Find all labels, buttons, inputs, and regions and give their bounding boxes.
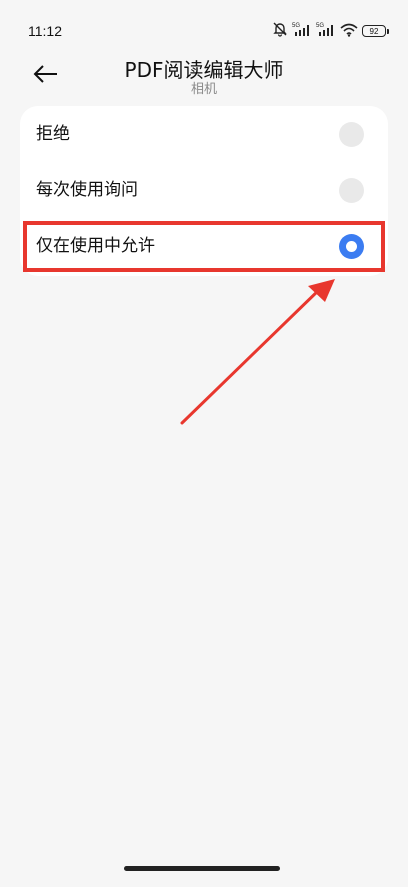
radio-button-unselected[interactable] — [339, 122, 364, 147]
option-ask-every-time[interactable]: 每次使用询问 — [20, 162, 388, 218]
radio-button-selected[interactable] — [339, 234, 364, 259]
mute-bell-icon — [272, 21, 288, 41]
svg-text:5G: 5G — [292, 23, 300, 29]
status-icons: 5G 5G 92 — [272, 21, 389, 41]
option-label: 仅在使用中允许 — [36, 236, 155, 256]
option-label: 拒绝 — [36, 124, 70, 144]
option-allow-while-using[interactable]: 仅在使用中允许 — [20, 218, 388, 274]
svg-text:5G: 5G — [316, 23, 324, 29]
status-time: 11:12 — [28, 23, 62, 39]
permission-options-card: 拒绝 每次使用询问 仅在使用中允许 — [20, 106, 388, 276]
radio-button-unselected[interactable] — [339, 178, 364, 203]
page-subtitle: 相机 — [190, 82, 217, 97]
signal-5g-icon: 5G — [292, 21, 312, 41]
page-title: PDF阅读编辑大师 — [124, 58, 284, 82]
option-deny[interactable]: 拒绝 — [20, 106, 388, 162]
option-label: 每次使用询问 — [36, 180, 138, 200]
wifi-icon — [340, 22, 358, 41]
battery-icon: 92 — [362, 25, 389, 37]
home-indicator[interactable] — [124, 866, 280, 871]
battery-level: 92 — [369, 26, 379, 36]
status-bar: 11:12 5G 5G 92 — [0, 0, 408, 50]
signal-5g-icon: 5G — [316, 21, 336, 41]
